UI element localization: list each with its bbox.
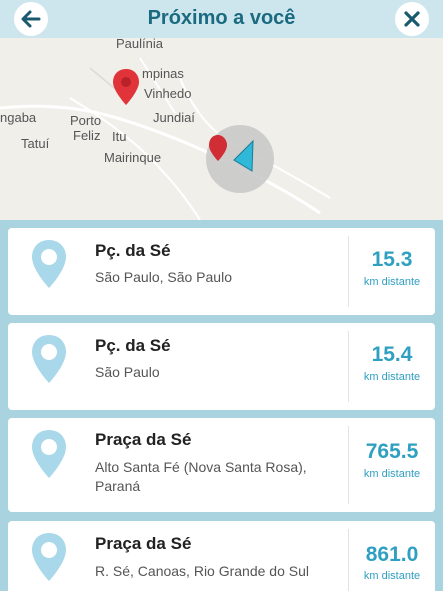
map-label-itu: Itu	[112, 129, 127, 144]
distance-unit: km distante	[363, 371, 421, 383]
map-label-mairinque: Mairinque	[104, 150, 162, 165]
map-label-indaiatuba: ngaba	[0, 110, 37, 125]
close-icon	[404, 11, 420, 27]
current-location-marker[interactable]	[204, 123, 276, 195]
map-label-porto-feliz: Porto	[70, 113, 102, 128]
result-item[interactable]: Pç. da Sé São Paulo, São Paulo 15.3 km d…	[8, 228, 435, 315]
distance-value: 765.5	[365, 440, 419, 463]
distance-value: 15.4	[371, 343, 413, 366]
result-item[interactable]: Praça da Sé R. Sé, Canoas, Rio Grande do…	[8, 521, 435, 591]
place-address: R. Sé, Canoas, Rio Grande do Sul	[95, 563, 310, 579]
map-label-paulinia: Paulínia	[116, 38, 163, 51]
location-pin-icon	[32, 430, 66, 478]
location-pin-icon	[32, 240, 66, 288]
map-label-jundiai: Jundiaí	[153, 110, 195, 125]
distance-value: 861.0	[365, 543, 419, 566]
place-address: São Paulo, São Paulo	[95, 269, 232, 285]
close-button[interactable]	[395, 2, 429, 36]
location-pin-icon	[32, 335, 66, 383]
map-label-feliz: Feliz	[73, 128, 101, 143]
location-pin-icon	[32, 533, 66, 581]
divider	[348, 426, 349, 504]
place-address: Alto Santa Fé (Nova Santa Rosa), Paraná	[95, 459, 307, 494]
distance-unit: km distante	[363, 276, 421, 288]
map-label-campinas: mpinas	[142, 66, 184, 81]
result-item[interactable]: Pç. da Sé São Paulo 15.4 km distante	[8, 323, 435, 410]
map-label-tatui: Tatuí	[21, 136, 50, 151]
map-marker-icon[interactable]	[111, 67, 141, 107]
distance-unit: km distante	[363, 570, 421, 582]
place-name: Praça da Sé	[95, 430, 192, 449]
distance-value: 15.3	[371, 248, 413, 271]
place-name: Pç. da Sé	[95, 336, 171, 355]
distance-unit: km distante	[363, 468, 421, 480]
header-bar: Próximo a você	[0, 0, 443, 38]
place-name: Praça da Sé	[95, 534, 192, 553]
result-item[interactable]: Praça da Sé Alto Santa Fé (Nova Santa Ro…	[8, 418, 435, 512]
map-view[interactable]: Paulínia mpinas Vinhedo ngaba Porto Feli…	[0, 38, 443, 220]
page-title: Próximo a você	[147, 7, 296, 29]
results-list: Pç. da Sé São Paulo, São Paulo 15.3 km d…	[0, 220, 443, 591]
map-label-vinhedo: Vinhedo	[144, 86, 192, 101]
place-address: São Paulo	[95, 364, 160, 380]
place-name: Pç. da Sé	[95, 241, 171, 260]
